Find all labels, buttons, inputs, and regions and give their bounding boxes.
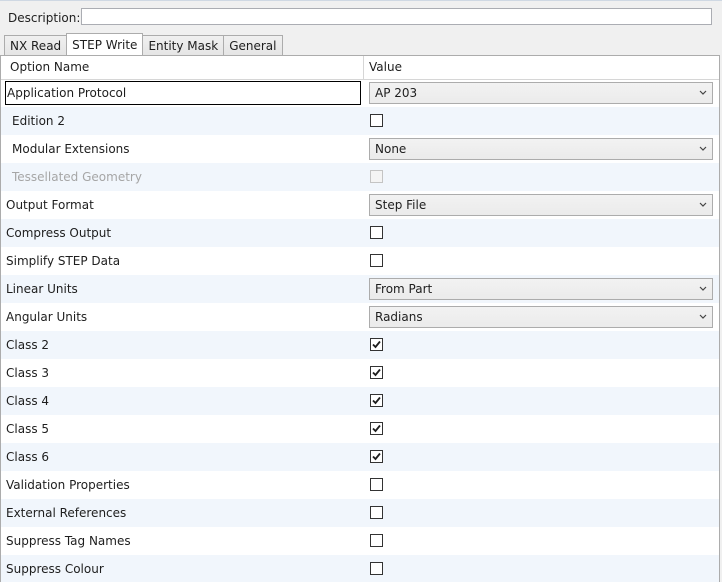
option-value-dropdown[interactable]: Radians [369, 306, 713, 328]
option-name: Class 2 [6, 338, 50, 352]
table-row[interactable]: Validation Properties [1, 471, 719, 499]
option-checkbox[interactable] [370, 366, 383, 379]
tab-general[interactable]: General [223, 35, 283, 55]
option-checkbox[interactable] [370, 254, 383, 267]
option-checkbox[interactable] [370, 114, 383, 127]
option-name: Tessellated Geometry [12, 170, 142, 184]
option-checkbox[interactable] [370, 562, 383, 575]
table-row[interactable]: Class 6 [1, 443, 719, 471]
dropdown-selected-value: Radians [375, 310, 423, 324]
chevron-down-icon [698, 83, 708, 103]
table-row[interactable]: Linear Units From Part [1, 275, 719, 303]
table-row[interactable]: Simplify STEP Data [1, 247, 719, 275]
option-checkbox[interactable] [370, 534, 383, 547]
tab-entity-mask[interactable]: Entity Mask [142, 35, 225, 55]
option-name: Modular Extensions [12, 142, 130, 156]
tab-step-write[interactable]: STEP Write [66, 33, 144, 55]
option-value-dropdown[interactable]: From Part [369, 278, 713, 300]
table-row[interactable]: Compress Output [1, 219, 719, 247]
table-row[interactable]: Suppress Tag Names [1, 527, 719, 555]
option-checkbox[interactable] [370, 422, 383, 435]
dropdown-selected-value: Step File [375, 198, 427, 212]
dropdown-selected-value: AP 203 [375, 86, 418, 100]
option-checkbox[interactable] [370, 450, 383, 463]
options-grid: Option Name Value Application Protocol AP… [0, 55, 720, 582]
option-name: External References [6, 506, 127, 520]
column-divider[interactable] [363, 56, 364, 79]
chevron-down-icon [698, 279, 708, 299]
table-row[interactable]: Angular Units Radians [1, 303, 719, 331]
option-checkbox [370, 170, 383, 183]
option-checkbox[interactable] [370, 478, 383, 491]
option-value-dropdown[interactable]: Step File [369, 194, 713, 216]
table-row[interactable]: Class 4 [1, 387, 719, 415]
tab-nx-read[interactable]: NX Read [4, 35, 68, 55]
option-name: Application Protocol [5, 81, 361, 105]
description-input[interactable] [81, 8, 712, 25]
option-checkbox[interactable] [370, 506, 383, 519]
option-name: Class 4 [6, 394, 50, 408]
table-row[interactable]: Tessellated Geometry [1, 163, 719, 191]
column-header-option-name[interactable]: Option Name [10, 56, 89, 79]
option-value-dropdown[interactable]: AP 203 [369, 82, 713, 104]
chevron-down-icon [698, 195, 708, 215]
dropdown-selected-value: From Part [375, 282, 433, 296]
option-name: Compress Output [6, 226, 112, 240]
table-row[interactable]: Class 2 [1, 331, 719, 359]
option-name: Class 6 [6, 450, 50, 464]
option-name: Suppress Tag Names [6, 534, 131, 548]
option-name: Validation Properties [6, 478, 130, 492]
description-bar: Description: [0, 0, 722, 33]
option-name: Output Format [6, 198, 94, 212]
table-row[interactable]: Class 3 [1, 359, 719, 387]
option-name: Suppress Colour [6, 562, 104, 576]
chevron-down-icon [698, 307, 708, 327]
table-row[interactable]: Modular Extensions None [1, 135, 719, 163]
option-name: Linear Units [6, 282, 78, 296]
option-checkbox[interactable] [370, 338, 383, 351]
description-label: Description: [8, 11, 81, 25]
option-name: Class 3 [6, 366, 50, 380]
table-row[interactable]: Class 5 [1, 415, 719, 443]
tab-strip: NX Read STEP Write Entity Mask General [4, 33, 283, 55]
option-name: Edition 2 [12, 114, 65, 128]
table-row[interactable]: Edition 2 [1, 107, 719, 135]
chevron-down-icon [698, 139, 708, 159]
option-checkbox[interactable] [370, 394, 383, 407]
dropdown-selected-value: None [375, 142, 407, 156]
table-row[interactable]: External References [1, 499, 719, 527]
column-header-value[interactable]: Value [369, 56, 402, 79]
option-name: Class 5 [6, 422, 50, 436]
option-checkbox[interactable] [370, 226, 383, 239]
table-row[interactable]: Suppress Colour [1, 555, 719, 582]
option-name: Angular Units [6, 310, 88, 324]
table-row[interactable]: Output Format Step File [1, 191, 719, 219]
grid-header: Option Name Value [1, 56, 719, 80]
table-row[interactable]: Application Protocol AP 203 [1, 79, 719, 107]
option-value-dropdown[interactable]: None [369, 138, 713, 160]
option-name: Simplify STEP Data [6, 254, 121, 268]
